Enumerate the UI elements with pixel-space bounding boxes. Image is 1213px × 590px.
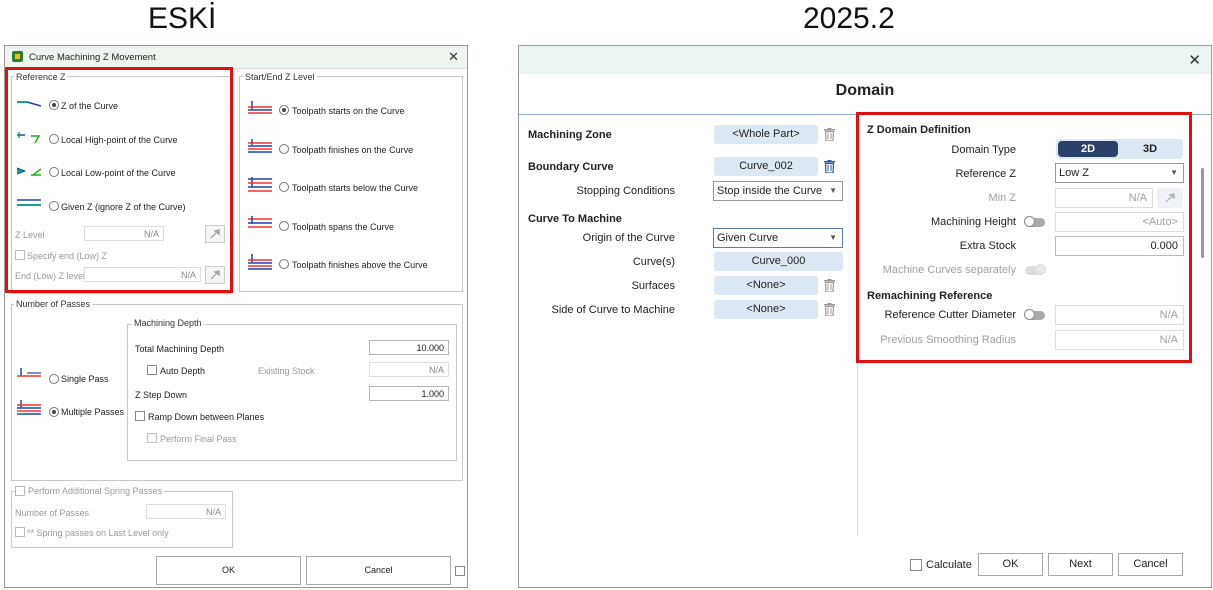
page-title: Domain	[835, 82, 895, 99]
spring-num-passes-input[interactable]: N/A	[146, 504, 226, 519]
ramp-down-label: Ramp Down between Planes	[148, 412, 265, 422]
surfaces-label: Surfaces	[631, 280, 675, 292]
spans-curve-label: Toolpath spans the Curve	[292, 222, 395, 232]
old-ok-button[interactable]: OK	[156, 556, 301, 585]
spring-last-level-label: ** Spring passes on Last Level only	[27, 528, 169, 538]
starts-on-curve-icon	[248, 101, 272, 114]
number-of-passes-label: Number of Passes	[14, 299, 93, 309]
old-cancel-button[interactable]: Cancel	[306, 556, 451, 585]
scrollbar-thumb[interactable]	[1201, 168, 1204, 258]
app-icon	[12, 51, 23, 62]
old-highlight-box	[5, 67, 233, 293]
single-pass-icon	[17, 368, 41, 377]
side-curve-label: Side of Curve to Machine	[551, 304, 675, 316]
old-dialog-title: Curve Machining Z Movement	[29, 52, 156, 63]
origin-curve-value: Given Curve	[717, 232, 779, 244]
spring-passes-label: Perform Additional Spring Passes	[26, 486, 165, 496]
side-curve-value[interactable]: <None>	[714, 300, 818, 319]
chevron-down-icon: ▼	[829, 233, 837, 242]
new-dialog-titlebar	[519, 46, 1211, 74]
calculate-label: Calculate	[926, 559, 972, 571]
origin-curve-label: Origin of the Curve	[582, 232, 675, 244]
stopping-conditions-select[interactable]: Stop inside the Curve ▼	[713, 181, 843, 201]
total-depth-label: Total Machining Depth	[135, 344, 225, 354]
calculate-checkbox[interactable]	[910, 559, 922, 571]
boundary-curve-value[interactable]: Curve_002	[714, 157, 818, 176]
starts-below-curve-label: Toolpath starts below the Curve	[292, 183, 419, 193]
starts-on-curve-radio[interactable]	[279, 105, 289, 115]
starts-below-curve-radio[interactable]	[279, 182, 289, 192]
trash-icon[interactable]	[824, 303, 835, 316]
ramp-down-checkbox[interactable]	[135, 411, 145, 421]
single-pass-label: Single Pass	[61, 374, 109, 384]
finishes-on-curve-icon	[248, 139, 272, 153]
old-extra-checkbox[interactable]	[455, 566, 465, 576]
spans-curve-icon	[248, 216, 272, 228]
multiple-passes-label: Multiple Passes	[61, 407, 125, 417]
new-dialog-window: ✕ Domain Machining Zone <Whole Part> Bou…	[518, 45, 1212, 588]
ok-button[interactable]: OK	[978, 553, 1043, 576]
start-end-group-label: Start/End Z Level	[243, 72, 317, 82]
z-step-down-label: Z Step Down	[135, 390, 188, 400]
next-button[interactable]: Next	[1048, 553, 1113, 576]
old-version-caption: ESKİ	[148, 2, 217, 35]
cancel-button[interactable]: Cancel	[1118, 553, 1183, 576]
old-dialog-titlebar: Curve Machining Z Movement ✕	[5, 46, 467, 69]
old-dialog-window: Curve Machining Z Movement ✕ Reference Z…	[4, 45, 468, 588]
machining-depth-label: Machining Depth	[132, 318, 204, 328]
chevron-down-icon: ▼	[829, 186, 837, 195]
curves-label: Curve(s)	[632, 256, 675, 268]
multiple-passes-icon	[17, 400, 41, 415]
new-version-caption: 2025.2	[803, 2, 895, 35]
total-depth-input[interactable]: 10.000	[369, 340, 449, 355]
stopping-conditions-label: Stopping Conditions	[576, 185, 675, 197]
auto-depth-label: Auto Depth	[160, 366, 206, 376]
trash-icon[interactable]	[824, 279, 835, 292]
spans-curve-radio[interactable]	[279, 221, 289, 231]
spring-passes-checkbox[interactable]	[15, 486, 25, 496]
curve-to-machine-label: Curve To Machine	[528, 213, 622, 225]
origin-curve-select[interactable]: Given Curve ▼	[713, 228, 843, 248]
starts-below-curve-icon	[248, 177, 272, 192]
z-step-down-input[interactable]: 1.000	[369, 386, 449, 401]
starts-on-curve-label: Toolpath starts on the Curve	[292, 106, 405, 116]
trash-icon[interactable]	[824, 160, 835, 173]
surfaces-value[interactable]: <None>	[714, 276, 818, 295]
finishes-above-curve-icon	[248, 254, 272, 270]
close-icon[interactable]: ✕	[1188, 51, 1201, 69]
existing-stock-input[interactable]: N/A	[369, 362, 449, 377]
final-pass-label: Perform Final Pass	[160, 434, 237, 444]
existing-stock-label: Existing Stock	[258, 366, 315, 376]
finishes-on-curve-label: Toolpath finishes on the Curve	[292, 145, 414, 155]
boundary-curve-label: Boundary Curve	[528, 161, 614, 173]
finishes-above-curve-radio[interactable]	[279, 259, 289, 269]
auto-depth-checkbox[interactable]	[147, 365, 157, 375]
finishes-on-curve-radio[interactable]	[279, 144, 289, 154]
machining-zone-label: Machining Zone	[528, 129, 612, 141]
close-icon[interactable]: ✕	[448, 49, 459, 65]
multiple-passes-radio[interactable]	[49, 407, 59, 417]
spring-num-passes-label: Number of Passes	[15, 508, 90, 518]
spring-passes-group	[11, 491, 233, 548]
curves-value[interactable]: Curve_000	[714, 252, 843, 271]
machining-zone-value[interactable]: <Whole Part>	[714, 125, 818, 144]
final-pass-checkbox[interactable]	[147, 433, 157, 443]
trash-icon[interactable]	[824, 128, 835, 141]
new-highlight-box	[856, 112, 1192, 363]
stopping-conditions-value: Stop inside the Curve	[717, 185, 823, 197]
spring-last-level-checkbox[interactable]	[15, 527, 25, 537]
single-pass-radio[interactable]	[49, 374, 59, 384]
finishes-above-curve-label: Toolpath finishes above the Curve	[292, 260, 428, 270]
